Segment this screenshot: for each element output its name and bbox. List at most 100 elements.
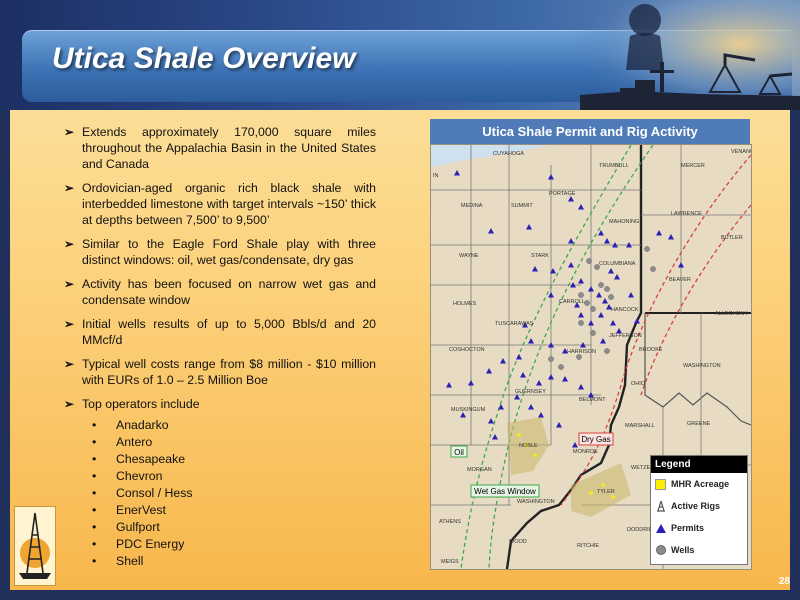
county-label: WASHINGTON [683, 363, 721, 369]
legend-title: Legend [651, 456, 747, 473]
well-marker [644, 246, 650, 252]
oil-window-label: Oil [450, 445, 468, 458]
wet-gas-label: Wet Gas Window [474, 487, 536, 496]
bullet-item: ➢ Extends approximately 170,000 square mi… [64, 125, 376, 171]
county-label: GREENE [687, 421, 711, 427]
dot-bullet-icon: • [92, 503, 97, 517]
well-marker [578, 292, 584, 298]
arrow-bullet-icon: ➢ [64, 357, 75, 371]
county-label: GUERNSEY [515, 389, 546, 395]
page-number: 28 [778, 576, 790, 587]
map-legend: Legend MHR Acreage Active Rigs Permits W… [650, 455, 748, 565]
operator-item: • PDC Energy [92, 537, 185, 551]
well-marker [604, 286, 610, 292]
county-label: MERCER [681, 163, 705, 169]
operator-item: • Gulfport [92, 520, 160, 534]
county-label: MONROE [573, 449, 598, 455]
county-label: OHIO [631, 381, 646, 387]
bullet-item: ➢ Typical well costs range from $8 millio… [64, 357, 376, 387]
arrow-bullet-icon: ➢ [64, 317, 75, 331]
operator-item: • Chesapeake [92, 452, 186, 466]
arrow-bullet-icon: ➢ [64, 125, 75, 139]
county-label: MEDINA [461, 203, 483, 209]
oilfield-silhouette-graphic [560, 0, 800, 110]
well-marker [548, 356, 554, 362]
well-marker [586, 258, 592, 264]
county-label: BUTLER [721, 235, 743, 241]
county-label: MUSKINGUM [451, 407, 486, 413]
county-label: BROOKE [639, 347, 663, 353]
county-label: HOLMES [453, 301, 477, 307]
arrow-bullet-icon: ➢ [64, 277, 75, 291]
bullet-item: ➢ Initial wells results of up to 5,000 Bb… [64, 317, 376, 347]
legend-item-mhr-acreage: MHR Acreage [651, 473, 747, 495]
arrow-bullet-icon: ➢ [64, 397, 75, 411]
operator-item: • Anadarko [92, 418, 169, 432]
county-label: TRUMBULL [599, 163, 629, 169]
county-label: MARSHALL [625, 423, 655, 429]
operator-item: • Chevron [92, 469, 163, 483]
legend-item-active-rigs: Active Rigs [651, 495, 747, 517]
bullet-item: ➢ Similar to the Eagle Ford Shale play wi… [64, 237, 376, 267]
well-marker [608, 294, 614, 300]
company-logo [14, 506, 56, 586]
well-marker [604, 348, 610, 354]
yellow-square-icon [655, 479, 666, 490]
dot-bullet-icon: • [92, 469, 97, 483]
left-frame [0, 110, 10, 590]
county-label: LAWRENCE [671, 211, 702, 217]
county-label: WAYNE [459, 253, 479, 259]
oil-label: Oil [454, 448, 464, 457]
county-label: CARROLL [559, 299, 585, 305]
slide: Utica Shale Overview 28 ➢ Extends approxi… [0, 0, 800, 600]
footer-strip [0, 590, 800, 600]
operator-item: • Consol / Hess [92, 486, 193, 500]
county-label: HANCOCK [611, 307, 639, 313]
county-label: ALLEGHENY [715, 311, 748, 317]
operator-item: • Antero [92, 435, 153, 449]
dot-bullet-icon: • [92, 435, 97, 449]
dot-bullet-icon: • [92, 537, 97, 551]
dry-gas-window-label: Dry Gas [578, 432, 614, 446]
dry-gas-label: Dry Gas [581, 435, 610, 444]
well-marker [578, 320, 584, 326]
legend-item-permits: Permits [651, 517, 747, 539]
county-label: RITCHIE [577, 543, 599, 549]
county-label: IN [433, 173, 439, 179]
bullet-item: ➢ Activity has been focused on narrow wet… [64, 277, 376, 307]
map-title: Utica Shale Permit and Rig Activity [430, 119, 750, 144]
county-label: WOOD [509, 539, 527, 545]
county-label: HARRISON [567, 349, 596, 355]
bullet-item: ➢ Ordovician-aged organic rich black shal… [64, 181, 376, 227]
bullet-item: ➢ Top operators include [64, 397, 200, 411]
operators-list: • Anadarko • Antero • Chesapeake • Chevron •… [92, 417, 193, 570]
county-label: STARK [531, 253, 549, 259]
well-marker [650, 266, 656, 272]
county-label: SUMMIT [511, 203, 533, 209]
permit-triangle-icon [656, 524, 666, 533]
overview-bullets: ➢ Extends approximately 170,000 square mi… [64, 124, 376, 420]
county-label: BELMONT [579, 397, 606, 403]
county-label: TUSCARAWAS [495, 321, 534, 327]
drilling-rig-icon [657, 500, 665, 512]
county-label: JEFFERSON [609, 333, 642, 339]
county-label: WASHINGTON [517, 499, 555, 505]
well-marker [576, 354, 582, 360]
well-marker [558, 364, 564, 370]
county-label: TYLER [597, 489, 615, 495]
dot-bullet-icon: • [92, 520, 97, 534]
county-label: COLUMBIANA [599, 261, 636, 267]
county-label: PORTAGE [549, 191, 576, 197]
wet-gas-window-label: Wet Gas Window [470, 484, 540, 498]
legend-item-wells: Wells [651, 539, 747, 561]
dot-bullet-icon: • [92, 452, 97, 466]
well-marker [590, 330, 596, 336]
county-label: COSHOCTON [449, 347, 485, 353]
arrow-bullet-icon: ➢ [64, 181, 75, 195]
slide-title: Utica Shale Overview [52, 42, 356, 75]
dot-bullet-icon: • [92, 554, 97, 568]
well-marker [590, 306, 596, 312]
dot-bullet-icon: • [92, 418, 97, 432]
well-circle-icon [656, 545, 666, 555]
county-label: VENANGO [731, 149, 751, 155]
